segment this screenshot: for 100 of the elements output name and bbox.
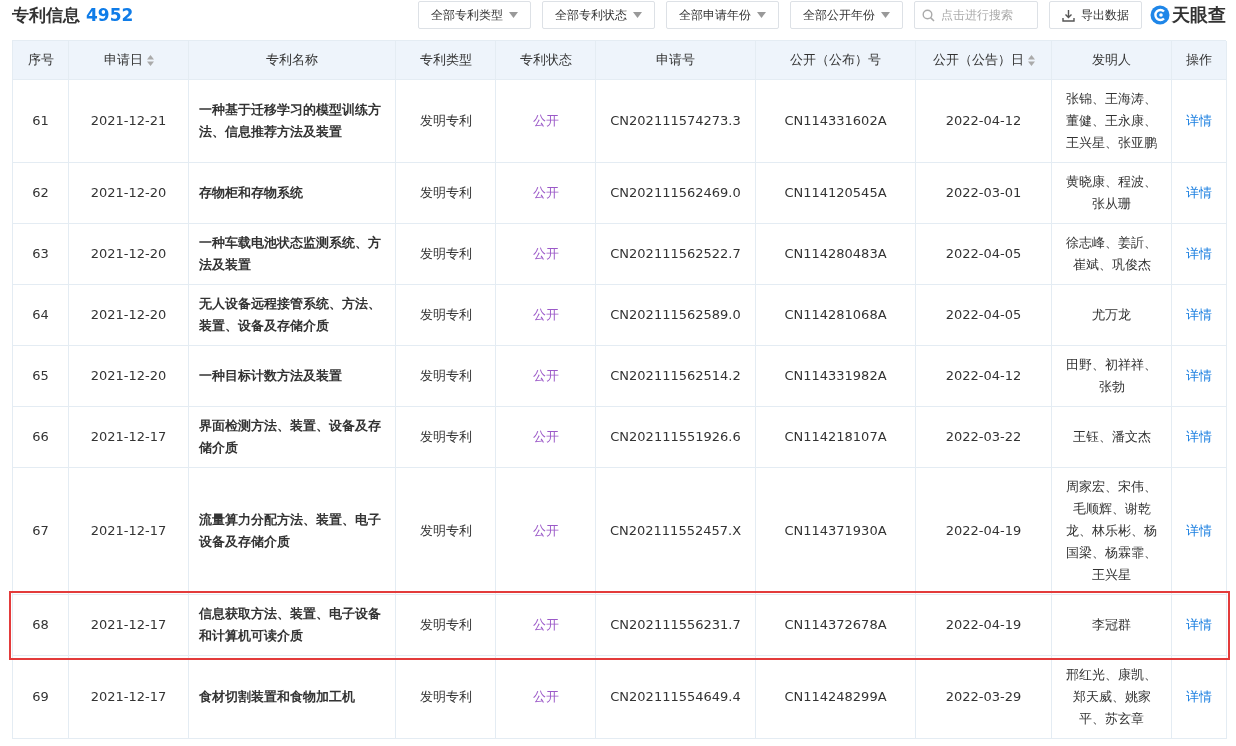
table-cell: CN114280483A: [756, 224, 916, 285]
table-cell: CN202111562522.7: [596, 224, 756, 285]
column-header: 专利状态: [496, 41, 596, 80]
details-link[interactable]: 详情: [1172, 595, 1227, 656]
filter-dropdown[interactable]: 全部专利状态: [542, 1, 655, 29]
details-link[interactable]: 详情: [1172, 468, 1227, 595]
table-cell: 2021-12-20: [69, 346, 189, 407]
patent-name-cell: 界面检测方法、装置、设备及存储介质: [189, 407, 396, 468]
table-cell: 发明专利: [396, 163, 496, 224]
details-link[interactable]: 详情: [1172, 346, 1227, 407]
table-cell: 发明专利: [396, 346, 496, 407]
column-header: 公开（公布）号: [756, 41, 916, 80]
table-cell: 发明专利: [396, 468, 496, 595]
table-cell: 黄晓康、程波、张从珊: [1052, 163, 1172, 224]
column-header: 操作: [1172, 41, 1227, 80]
status-cell: 公开: [496, 595, 596, 656]
table-cell: 2022-04-05: [916, 285, 1052, 346]
table-cell: 李冠群: [1052, 595, 1172, 656]
table-cell: 徐志峰、姜訢、崔斌、巩俊杰: [1052, 224, 1172, 285]
status-cell: 公开: [496, 285, 596, 346]
column-header[interactable]: 申请日: [69, 41, 189, 80]
status-cell: 公开: [496, 656, 596, 739]
table-cell: 2022-03-29: [916, 656, 1052, 739]
table-cell: 田野、初祥祥、张勃: [1052, 346, 1172, 407]
table-cell: 2022-04-05: [916, 224, 1052, 285]
table-cell: 62: [13, 163, 69, 224]
table-cell: CN202111562589.0: [596, 285, 756, 346]
patent-name-cell: 流量算力分配方法、装置、电子设备及存储介质: [189, 468, 396, 595]
table-cell: CN202111556231.7: [596, 595, 756, 656]
status-cell: 公开: [496, 224, 596, 285]
table-cell: 66: [13, 407, 69, 468]
table-cell: CN114120545A: [756, 163, 916, 224]
table-cell: CN114218107A: [756, 407, 916, 468]
column-header: 序号: [13, 41, 69, 80]
caret-icon: [881, 12, 890, 18]
table-cell: 63: [13, 224, 69, 285]
patent-name-cell: 存物柜和存物系统: [189, 163, 396, 224]
table-cell: 发明专利: [396, 595, 496, 656]
column-header[interactable]: 公开（公告）日: [916, 41, 1052, 80]
filter-dropdown[interactable]: 全部公开年份: [790, 1, 903, 29]
section-title: 专利信息: [12, 3, 80, 27]
patent-count: 4952: [86, 5, 134, 25]
table-cell: 68: [13, 595, 69, 656]
status-cell: 公开: [496, 407, 596, 468]
table-cell: 2022-04-12: [916, 80, 1052, 163]
details-link[interactable]: 详情: [1172, 407, 1227, 468]
table-cell: 周家宏、宋伟、毛顺辉、谢乾龙、林乐彬、杨国梁、杨霖霏、王兴星: [1052, 468, 1172, 595]
table-cell: CN114248299A: [756, 656, 916, 739]
details-link[interactable]: 详情: [1172, 285, 1227, 346]
column-header: 专利名称: [189, 41, 396, 80]
download-icon: [1062, 8, 1075, 22]
status-cell: 公开: [496, 346, 596, 407]
status-cell: 公开: [496, 80, 596, 163]
details-link[interactable]: 详情: [1172, 80, 1227, 163]
table-cell: 2021-12-17: [69, 656, 189, 739]
column-header: 申请号: [596, 41, 756, 80]
table-cell: CN202111562514.2: [596, 346, 756, 407]
sort-icon[interactable]: [1027, 54, 1035, 66]
details-link[interactable]: 详情: [1172, 163, 1227, 224]
table-cell: CN114371930A: [756, 468, 916, 595]
table-cell: CN114331982A: [756, 346, 916, 407]
column-header: 发明人: [1052, 41, 1172, 80]
table-cell: 2022-04-19: [916, 468, 1052, 595]
filter-dropdown[interactable]: 全部申请年份: [666, 1, 779, 29]
table-cell: 69: [13, 656, 69, 739]
table-cell: 61: [13, 80, 69, 163]
caret-icon: [509, 12, 518, 18]
details-link[interactable]: 详情: [1172, 656, 1227, 739]
column-header: 专利类型: [396, 41, 496, 80]
table-cell: 2021-12-17: [69, 407, 189, 468]
table-cell: 张锦、王海涛、董健、王永康、王兴星、张亚鹏: [1052, 80, 1172, 163]
sort-icon[interactable]: [146, 54, 154, 66]
table-cell: 64: [13, 285, 69, 346]
table-cell: 65: [13, 346, 69, 407]
table-cell: 邢红光、康凯、郑天威、姚家平、苏玄章: [1052, 656, 1172, 739]
patent-name-cell: 食材切割装置和食物加工机: [189, 656, 396, 739]
table-cell: 王钰、潘文杰: [1052, 407, 1172, 468]
table-cell: 2021-12-17: [69, 468, 189, 595]
table-cell: 发明专利: [396, 80, 496, 163]
logo-text: 天眼查: [1172, 3, 1226, 27]
table-cell: 2022-04-12: [916, 346, 1052, 407]
filter-dropdown[interactable]: 全部专利类型: [418, 1, 531, 29]
table-cell: 发明专利: [396, 656, 496, 739]
table-cell: CN114331602A: [756, 80, 916, 163]
export-button[interactable]: 导出数据: [1049, 1, 1142, 29]
table-cell: 67: [13, 468, 69, 595]
patent-name-cell: 一种目标计数方法及装置: [189, 346, 396, 407]
search-field[interactable]: 点击进行搜索: [914, 1, 1038, 29]
table-cell: CN114372678A: [756, 595, 916, 656]
table-cell: CN202111552457.X: [596, 468, 756, 595]
details-link[interactable]: 详情: [1172, 224, 1227, 285]
table-cell: 2021-12-21: [69, 80, 189, 163]
table-cell: CN202111554649.4: [596, 656, 756, 739]
table-cell: CN202111574273.3: [596, 80, 756, 163]
table-cell: CN202111562469.0: [596, 163, 756, 224]
table-cell: 2021-12-20: [69, 163, 189, 224]
table-cell: 发明专利: [396, 224, 496, 285]
status-cell: 公开: [496, 468, 596, 595]
logo-icon: [1150, 5, 1170, 25]
table-cell: CN202111551926.6: [596, 407, 756, 468]
